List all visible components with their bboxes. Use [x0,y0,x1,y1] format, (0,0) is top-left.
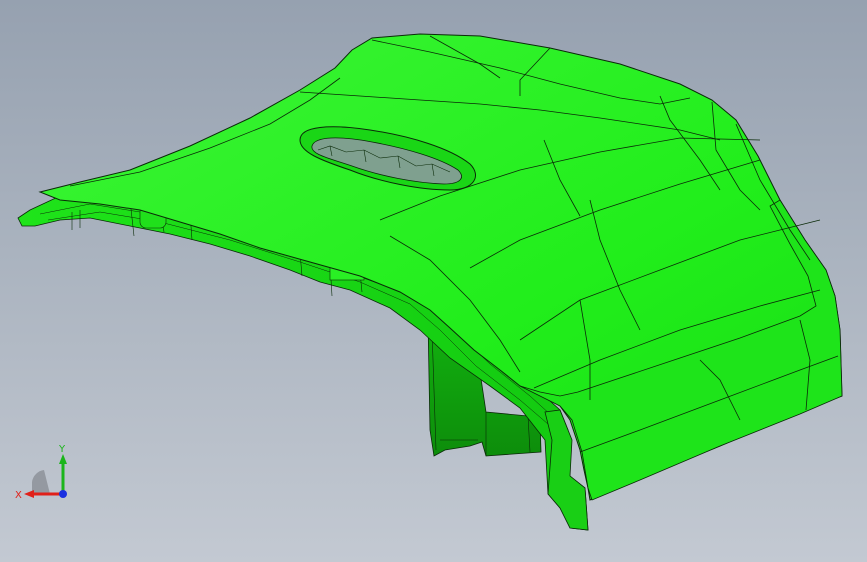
triad-graphic: Y X [15,444,67,501]
graphics-viewport[interactable]: Y X [0,0,867,562]
axis-triad: Y X [10,438,80,508]
3d-model[interactable] [0,0,867,562]
x-axis-label: X [15,490,22,501]
z-axis-dot [59,490,67,498]
y-axis-label: Y [58,444,66,455]
